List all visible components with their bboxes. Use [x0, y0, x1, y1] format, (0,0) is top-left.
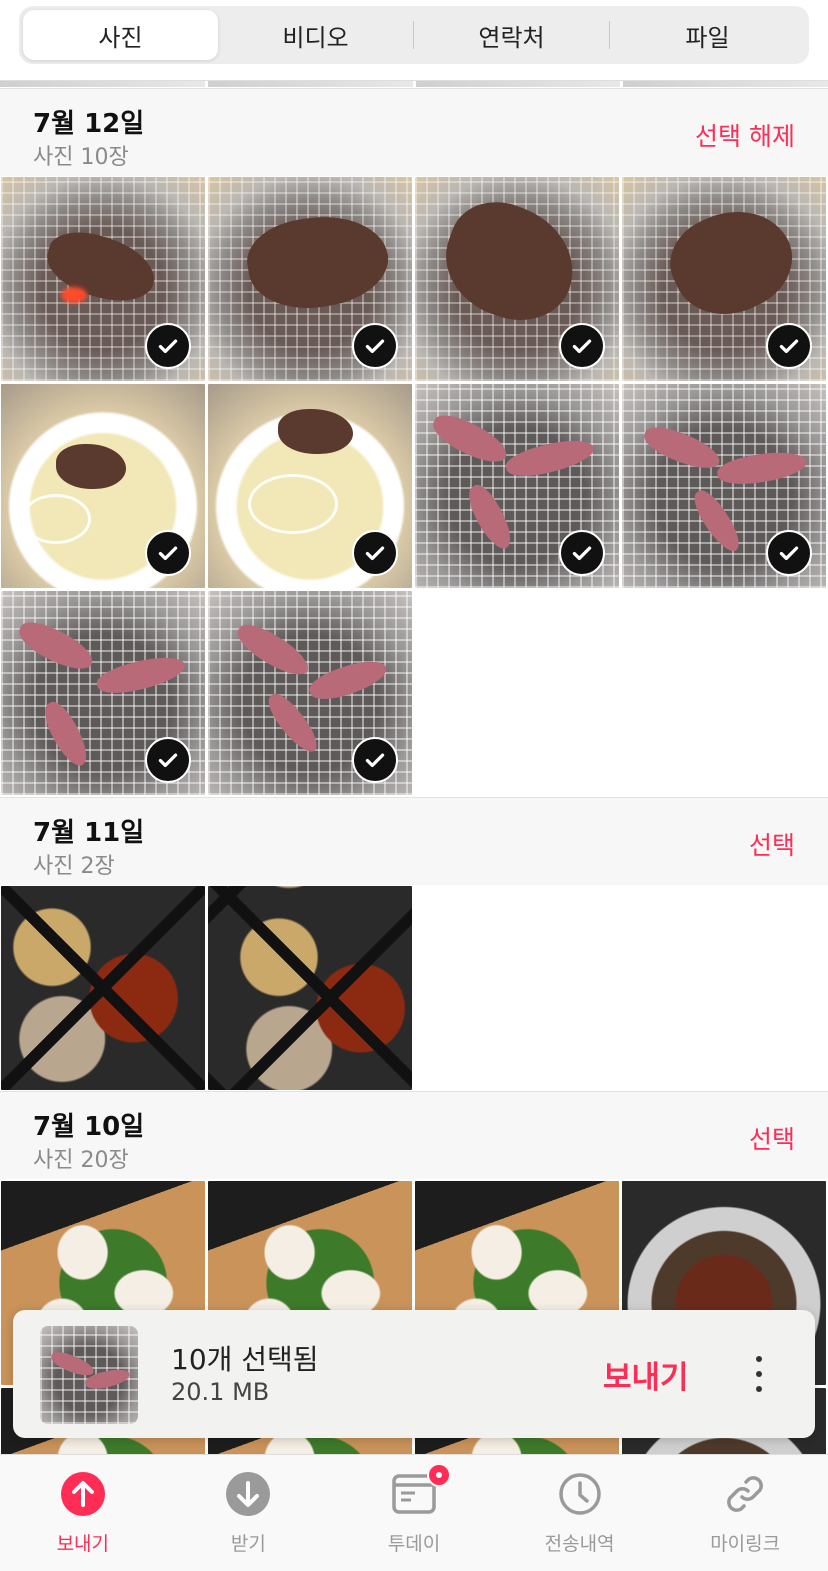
category-segmented-control: 사진 비디오 연락처 파일 — [19, 6, 809, 64]
photo-content — [61, 287, 87, 303]
tab-mylink[interactable]: 마이링크 — [662, 1455, 828, 1571]
section-header-jul-11: 7월 11일 사진 2장 선택 — [0, 797, 828, 885]
photo-thumbnail[interactable] — [1, 886, 205, 1090]
bottom-tab-bar: 보내기 받기 투데이 전송내역 마이링크 — [0, 1454, 828, 1571]
photo-content — [715, 446, 809, 490]
photo-content — [56, 444, 126, 489]
photo-content — [430, 188, 590, 336]
photo-thumbnail[interactable] — [208, 177, 412, 381]
tab-label: 보내기 — [56, 1533, 110, 1555]
selected-size-text: 20.1 MB — [171, 1378, 270, 1406]
photo-thumbnail[interactable] — [208, 886, 412, 1090]
photo-content — [502, 432, 598, 484]
segment-photos[interactable]: 사진 — [23, 10, 218, 60]
tab-today[interactable]: 투데이 — [331, 1455, 497, 1571]
tab-history[interactable]: 전송내역 — [497, 1455, 663, 1571]
selected-check-icon[interactable] — [559, 323, 605, 369]
selected-check-icon[interactable] — [145, 737, 191, 783]
photo-thumbnail[interactable] — [1, 177, 205, 381]
more-dot — [756, 1356, 762, 1362]
tab-receive[interactable]: 받기 — [166, 1455, 332, 1571]
selected-check-icon[interactable] — [766, 530, 812, 576]
photo-content — [278, 409, 353, 454]
selected-check-icon[interactable] — [766, 323, 812, 369]
previous-section-photo-strip — [0, 80, 828, 88]
photo-thumbnail[interactable] — [208, 384, 412, 588]
send-button[interactable]: 보내기 — [603, 1352, 689, 1397]
section-date: 7월 10일 — [33, 1112, 145, 1142]
tab-label: 마이링크 — [710, 1533, 781, 1555]
photo-thumbnail[interactable] — [622, 177, 826, 381]
photo-grid-jul-12 — [0, 177, 828, 795]
photo-content — [427, 408, 513, 470]
photo-content — [13, 615, 99, 677]
photo-content — [231, 617, 315, 683]
photo-thumbnail-partial — [207, 81, 413, 87]
photo-content — [40, 223, 162, 311]
photo-thumbnail[interactable] — [415, 177, 619, 381]
selected-preview-thumbnail — [40, 1326, 138, 1424]
section-photo-count: 사진 20장 — [33, 1148, 129, 1173]
photo-thumbnail[interactable] — [622, 384, 826, 588]
photo-content — [461, 480, 519, 554]
section-header-jul-12: 7월 12일 사진 10장 선택 해제 — [0, 88, 828, 176]
section-photo-count: 사진 2장 — [33, 854, 115, 879]
tab-label: 전송내역 — [544, 1533, 615, 1555]
section-date: 7월 12일 — [33, 109, 145, 139]
photo-thumbnail[interactable] — [1, 384, 205, 588]
clock-history-icon — [557, 1471, 603, 1517]
notification-badge — [427, 1463, 452, 1487]
photo-content — [656, 191, 808, 333]
segment-files[interactable]: 파일 — [610, 10, 805, 60]
photo-content — [248, 474, 338, 534]
section-photo-count: 사진 10장 — [33, 145, 129, 170]
tab-label: 투데이 — [387, 1533, 441, 1555]
photo-thumbnail-partial — [415, 81, 621, 87]
send-up-arrow-icon — [60, 1471, 106, 1517]
photo-content — [241, 205, 395, 319]
photo-thumbnail[interactable] — [415, 384, 619, 588]
top-segment-area: 사진 비디오 연락처 파일 — [0, 0, 828, 80]
tab-label: 받기 — [230, 1533, 266, 1555]
photo-content — [21, 494, 91, 544]
photo-grid-jul-11 — [0, 886, 828, 1090]
receive-down-arrow-icon — [225, 1471, 271, 1517]
selected-check-icon[interactable] — [352, 323, 398, 369]
select-button[interactable]: 선택 — [749, 1120, 795, 1156]
photo-content — [93, 649, 189, 701]
selected-count-text: 10개 선택됨 — [171, 1343, 319, 1376]
photo-content — [261, 688, 325, 758]
selected-check-icon[interactable] — [352, 530, 398, 576]
segment-contacts[interactable]: 연락처 — [414, 10, 609, 60]
photo-content — [37, 697, 95, 771]
section-header-jul-10: 7월 10일 사진 20장 선택 — [0, 1091, 828, 1179]
more-options-icon[interactable] — [749, 1350, 769, 1398]
photo-content — [639, 421, 725, 475]
photo-content — [305, 653, 391, 707]
more-dot — [756, 1371, 762, 1377]
select-button[interactable]: 선택 — [749, 826, 795, 862]
selected-check-icon[interactable] — [559, 530, 605, 576]
link-icon — [722, 1471, 768, 1517]
selection-summary-bar: 10개 선택됨 20.1 MB 보내기 — [13, 1310, 815, 1438]
selected-check-icon[interactable] — [145, 530, 191, 576]
segment-videos[interactable]: 비디오 — [218, 10, 413, 60]
section-date: 7월 11일 — [33, 818, 145, 848]
photo-thumbnail-partial — [0, 81, 205, 87]
photo-content — [687, 485, 747, 557]
more-dot — [756, 1386, 762, 1392]
tab-send[interactable]: 보내기 — [0, 1455, 166, 1571]
selected-check-icon[interactable] — [145, 323, 191, 369]
deselect-all-button[interactable]: 선택 해제 — [695, 117, 795, 153]
photo-thumbnail-partial — [623, 81, 828, 87]
photo-thumbnail[interactable] — [1, 591, 205, 795]
photo-content — [48, 1348, 97, 1380]
selected-check-icon[interactable] — [352, 737, 398, 783]
photo-thumbnail[interactable] — [208, 591, 412, 795]
badge-dot — [436, 1472, 443, 1478]
